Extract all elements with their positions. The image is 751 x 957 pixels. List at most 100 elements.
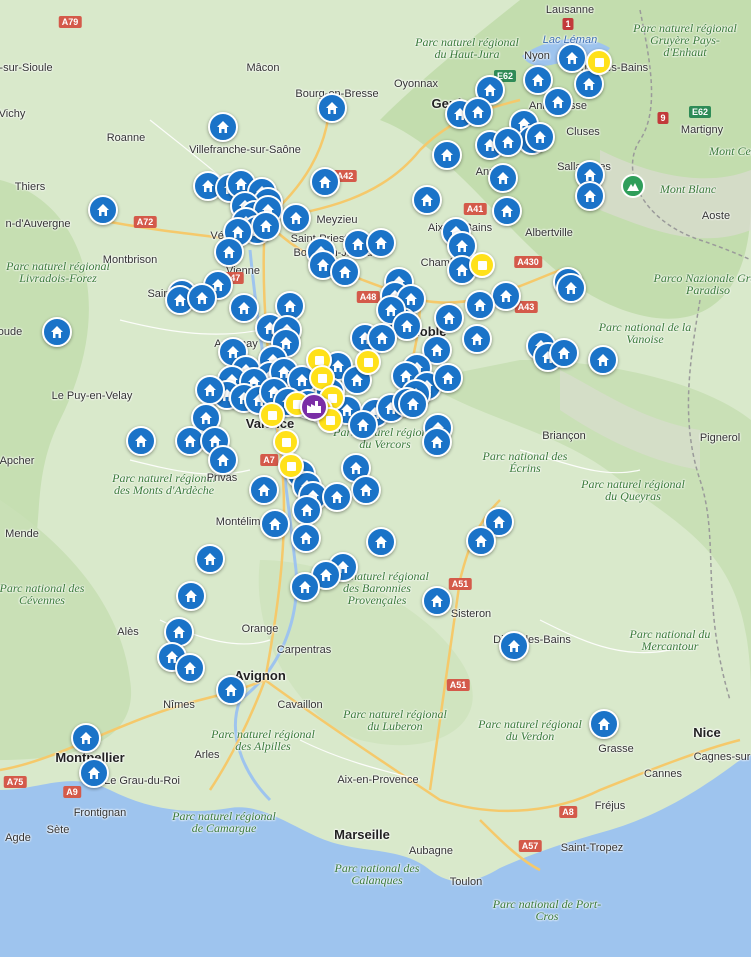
factory-marker[interactable]	[300, 393, 328, 421]
house-marker[interactable]	[175, 653, 205, 683]
house-marker[interactable]	[88, 195, 118, 225]
house-marker[interactable]	[465, 290, 495, 320]
house-marker[interactable]	[317, 93, 347, 123]
label-parc-jura: Parc naturel régional du Haut-Jura	[415, 35, 519, 61]
house-marker[interactable]	[366, 228, 396, 258]
house-icon	[258, 484, 270, 496]
house-marker[interactable]	[422, 427, 452, 457]
event-marker[interactable]	[469, 252, 495, 278]
house-marker[interactable]	[290, 572, 320, 602]
label-briancon: Briançon	[542, 430, 586, 442]
house-marker[interactable]	[491, 281, 521, 311]
label-nimes: Nîmes	[163, 699, 195, 711]
label-cavaillon: Cavaillon	[277, 699, 323, 711]
house-marker[interactable]	[351, 475, 381, 505]
house-marker[interactable]	[208, 112, 238, 142]
map-view[interactable]: Lausanne Nyon Thonon-les-Bains Lac Léman…	[0, 0, 751, 957]
event-marker[interactable]	[273, 429, 299, 455]
label-parc-portcros: Parc national de Port-Cros	[492, 897, 602, 923]
house-marker[interactable]	[557, 43, 587, 73]
label-sioule: -sur-Sioule	[0, 62, 53, 74]
event-marker[interactable]	[259, 402, 285, 428]
house-marker[interactable]	[249, 475, 279, 505]
label-parc-livradois: Parc naturel régional Livradois-Forez	[6, 259, 110, 285]
house-marker[interactable]	[187, 283, 217, 313]
road-9: 9	[657, 112, 669, 124]
house-icon	[299, 581, 311, 593]
house-marker[interactable]	[462, 324, 492, 354]
house-marker[interactable]	[330, 257, 360, 287]
house-icon	[260, 220, 272, 232]
label-aoste: Aoste	[701, 210, 731, 222]
house-marker[interactable]	[466, 526, 496, 556]
label-parc-cevennes: Parc national des Cévennes	[0, 581, 85, 607]
house-marker[interactable]	[251, 211, 281, 241]
road-a57: A57	[518, 840, 542, 852]
event-marker[interactable]	[278, 453, 304, 479]
house-marker[interactable]	[214, 237, 244, 267]
house-icon	[421, 194, 433, 206]
house-marker[interactable]	[291, 523, 321, 553]
house-marker[interactable]	[588, 345, 618, 375]
road-a7: A7	[260, 454, 278, 466]
label-toulon: Toulon	[449, 876, 483, 888]
house-marker[interactable]	[432, 140, 462, 170]
label-parc-alpilles: Parc naturel régional des Alpilles	[211, 727, 315, 753]
house-icon	[375, 536, 387, 548]
house-icon	[351, 374, 363, 386]
house-marker[interactable]	[281, 203, 311, 233]
house-icon	[320, 569, 332, 581]
house-marker[interactable]	[433, 363, 463, 393]
house-marker[interactable]	[589, 709, 619, 739]
house-marker[interactable]	[292, 495, 322, 525]
house-icon	[508, 640, 520, 652]
house-marker[interactable]	[322, 482, 352, 512]
house-marker[interactable]	[208, 445, 238, 475]
label-martigny: Martigny	[680, 124, 724, 136]
house-icon	[534, 131, 546, 143]
house-icon	[456, 264, 468, 276]
house-marker[interactable]	[216, 675, 246, 705]
house-marker[interactable]	[229, 293, 259, 323]
house-marker[interactable]	[412, 185, 442, 215]
house-marker[interactable]	[176, 581, 206, 611]
event-marker[interactable]	[355, 349, 381, 375]
house-marker[interactable]	[260, 509, 290, 539]
house-marker[interactable]	[42, 317, 72, 347]
house-marker[interactable]	[493, 127, 523, 157]
house-marker[interactable]	[463, 97, 493, 127]
house-icon	[204, 384, 216, 396]
label-montbrison: Montbrison	[102, 254, 158, 266]
house-icon	[352, 238, 364, 250]
house-marker[interactable]	[575, 181, 605, 211]
road-a72: A72	[133, 216, 157, 228]
label-parc-vanoise: Parc national de la Vanoise	[598, 320, 692, 346]
house-icon	[269, 518, 281, 530]
house-icon	[135, 435, 147, 447]
house-marker[interactable]	[556, 273, 586, 303]
house-marker[interactable]	[348, 410, 378, 440]
house-marker[interactable]	[310, 167, 340, 197]
house-marker[interactable]	[366, 527, 396, 557]
house-marker[interactable]	[434, 303, 464, 333]
house-marker[interactable]	[195, 375, 225, 405]
house-marker[interactable]	[488, 163, 518, 193]
house-icon	[566, 52, 578, 64]
house-marker[interactable]	[499, 631, 529, 661]
house-marker[interactable]	[126, 426, 156, 456]
house-marker[interactable]	[195, 544, 225, 574]
house-marker[interactable]	[79, 758, 109, 788]
house-marker[interactable]	[543, 87, 573, 117]
house-icon	[235, 178, 247, 190]
label-parc-ardeche: Parc naturel régional des Monts d'Ardèch…	[112, 471, 216, 497]
house-marker[interactable]	[71, 723, 101, 753]
house-marker[interactable]	[398, 389, 428, 419]
event-marker[interactable]	[586, 49, 612, 75]
house-marker[interactable]	[492, 196, 522, 226]
label-parc-luberon: Parc naturel régional du Luberon	[343, 707, 447, 733]
house-marker[interactable]	[549, 338, 579, 368]
house-marker[interactable]	[525, 122, 555, 152]
house-icon	[558, 347, 570, 359]
house-marker[interactable]	[422, 586, 452, 616]
house-icon	[405, 293, 417, 305]
